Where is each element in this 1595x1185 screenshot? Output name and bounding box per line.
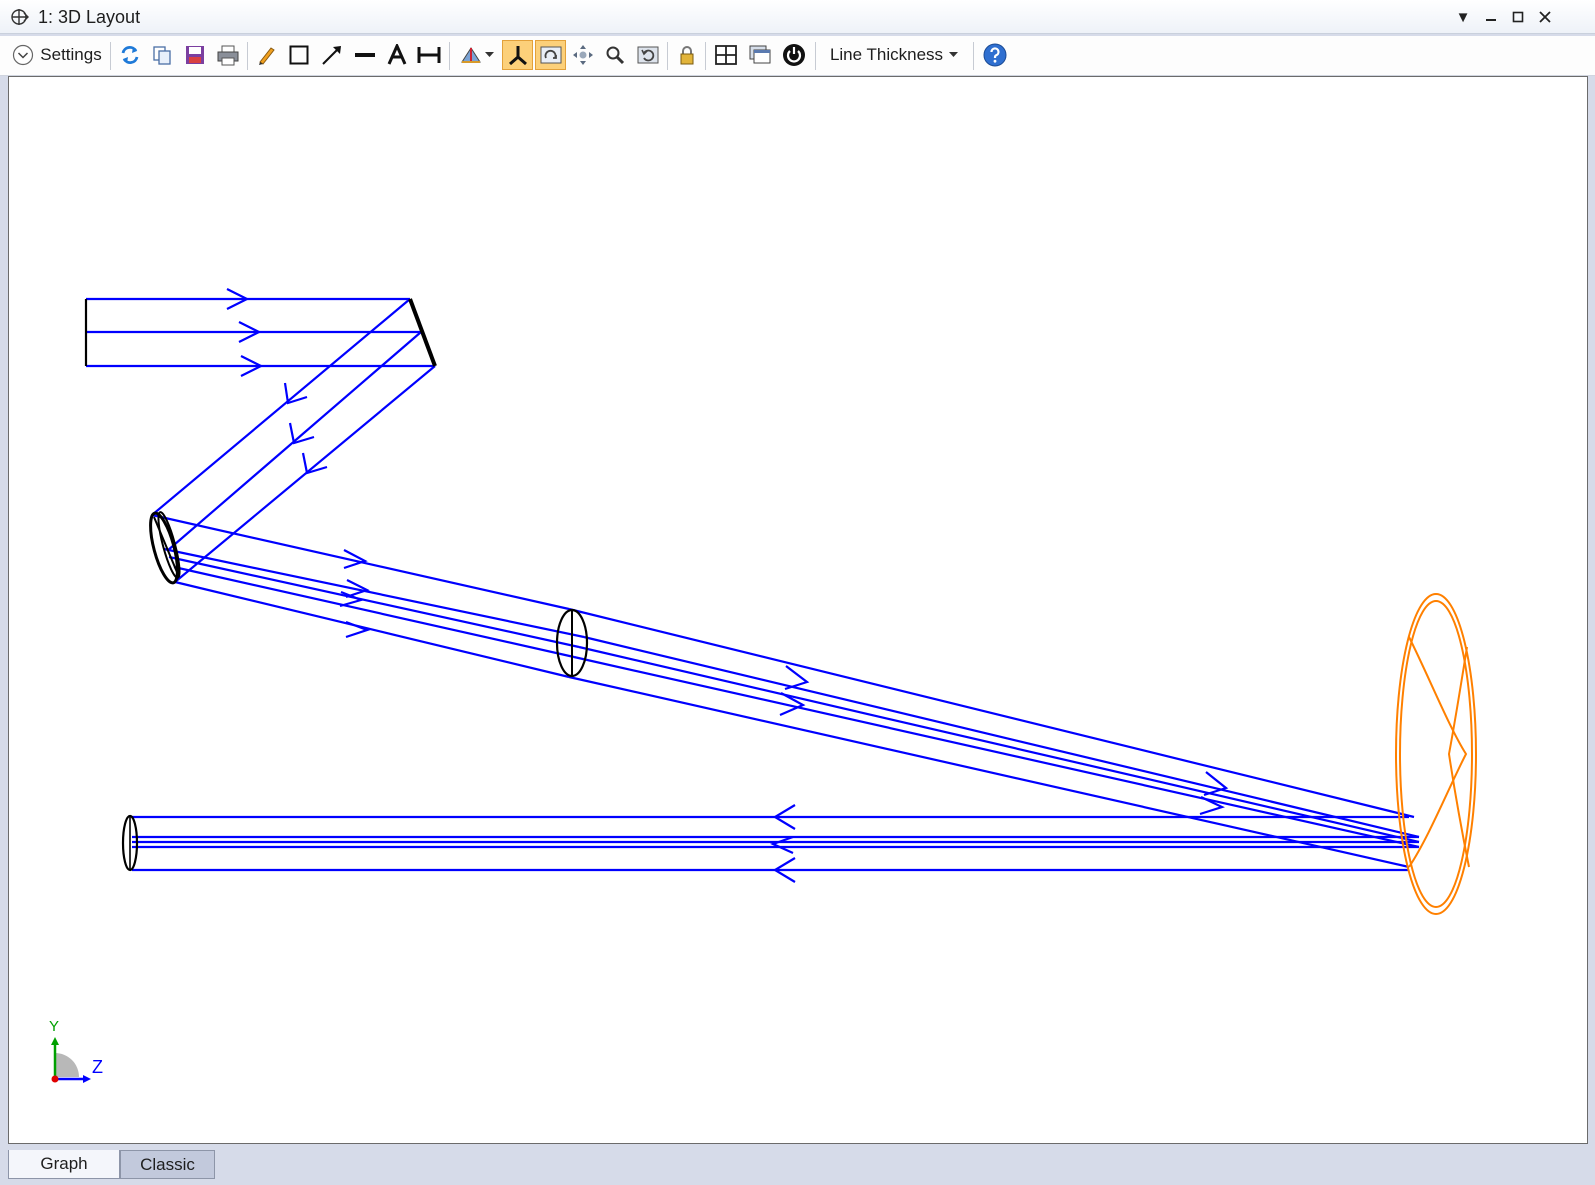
auto-redraw-toggle-button[interactable] [535, 40, 566, 70]
line-thickness-dropdown[interactable]: Line Thickness [820, 40, 968, 70]
pan-button[interactable] [569, 40, 597, 70]
copy-icon [153, 46, 171, 65]
printer-icon [217, 45, 239, 66]
optical-layout-drawing [84, 288, 1477, 915]
view-tabs: Graph Classic [0, 1148, 1595, 1185]
lock-icon [680, 46, 694, 65]
pan-move-icon [573, 45, 593, 65]
rotate-view-icon [460, 47, 481, 63]
maximize-button[interactable] [1505, 4, 1531, 30]
layout-grid-button[interactable] [711, 40, 741, 70]
save-icon [186, 46, 204, 64]
standby-button[interactable] [779, 40, 809, 70]
axis-y-label: Y [49, 1018, 60, 1035]
reset-view-icon [637, 46, 659, 64]
toolbar: Settings Line Thickness [0, 36, 1595, 76]
window-stack-icon [749, 45, 771, 64]
draw-dimension-button[interactable] [414, 40, 444, 70]
tab-classic-label: Classic [140, 1154, 195, 1174]
draw-text-button[interactable] [384, 40, 410, 70]
title-bar: 1: 3D Layout ▼ [0, 0, 1595, 34]
window-title: 1: 3D Layout [38, 7, 141, 27]
draw-arrow-button[interactable] [318, 40, 346, 70]
tab-graph-label: Graph [40, 1154, 88, 1173]
window-menu-dropdown-icon[interactable]: ▼ [1450, 4, 1476, 30]
window-options-button[interactable] [745, 40, 775, 70]
minimize-icon [1486, 19, 1496, 21]
image-surface [1395, 593, 1477, 915]
grid-layout-icon [715, 45, 737, 65]
help-icon [983, 43, 1007, 67]
lock-button[interactable] [673, 40, 701, 70]
draw-rectangle-button[interactable] [285, 40, 313, 70]
dropdown-caret-icon [949, 52, 959, 57]
arrow-icon [322, 46, 341, 65]
copy-button[interactable] [148, 40, 176, 70]
axes-toggle-button[interactable] [502, 40, 533, 70]
layout-canvas[interactable]: Y Z [8, 76, 1588, 1144]
maximize-icon [1512, 11, 1524, 23]
rotate-view-dropdown[interactable] [455, 40, 497, 70]
chevron-down-circle-icon [13, 44, 34, 66]
tab-classic[interactable]: Classic [120, 1150, 215, 1179]
close-button[interactable] [1532, 4, 1558, 30]
print-button[interactable] [213, 40, 243, 70]
close-icon [1539, 11, 1551, 23]
ray-traces [86, 288, 1420, 883]
pencil-icon [259, 47, 275, 65]
line-thickness-label: Line Thickness [829, 45, 944, 64]
line-icon [355, 53, 375, 57]
minimize-button[interactable] [1478, 4, 1504, 30]
draw-pencil-button[interactable] [252, 40, 280, 70]
tab-graph[interactable]: Graph [8, 1150, 120, 1179]
save-button[interactable] [181, 40, 209, 70]
auto-redraw-icon [540, 46, 561, 64]
power-icon [783, 44, 805, 66]
draw-line-button[interactable] [351, 40, 379, 70]
rectangle-icon [289, 45, 309, 65]
help-button[interactable] [980, 40, 1010, 70]
refresh-icon [121, 46, 139, 64]
layout-window-icon [11, 9, 29, 25]
magnifier-icon [606, 46, 625, 65]
text-icon [387, 44, 407, 65]
refresh-button[interactable] [116, 40, 144, 70]
settings-button[interactable]: Settings [8, 40, 106, 70]
axis-z-label: Z [92, 1057, 103, 1077]
reset-view-button[interactable] [633, 40, 663, 70]
dropdown-caret-icon [484, 52, 494, 57]
dimension-icon [417, 47, 441, 63]
axes-icon [508, 46, 527, 66]
axis-triad: Y Z [43, 1018, 113, 1089]
settings-label: Settings [40, 45, 102, 64]
zoom-button[interactable] [601, 40, 629, 70]
